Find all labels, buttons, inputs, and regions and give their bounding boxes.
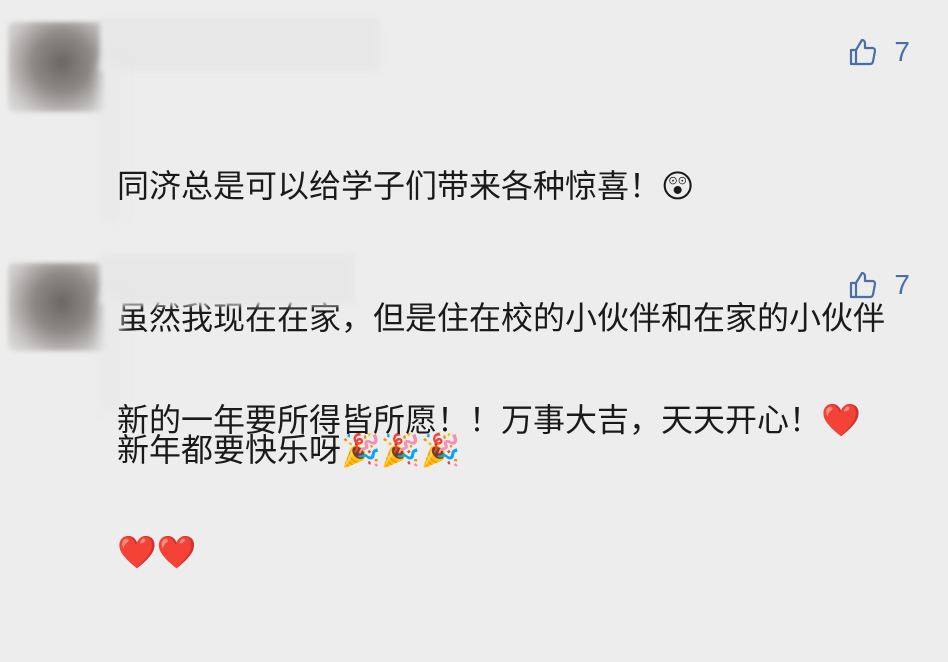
comment-line: 同济总是可以给学子们带来各种惊喜！😲 bbox=[117, 167, 695, 205]
comment-text: 新的一年要所得皆所愿！！万事大吉，天天开心！❤️ ❤️❤️ bbox=[117, 310, 918, 662]
thumbs-up-icon bbox=[850, 271, 877, 299]
avatar[interactable] bbox=[8, 263, 106, 351]
like-button[interactable]: 7 bbox=[848, 36, 910, 68]
comment-item: 7 新的一年要所得皆所愿！！万事大吉，天天开心！❤️ ❤️❤️ bbox=[0, 245, 948, 571]
nickname-blurred bbox=[100, 18, 380, 72]
comment-line: 新的一年要所得皆所愿！！万事大吉，天天开心！❤️ bbox=[117, 401, 861, 439]
comment-line: ❤️❤️ bbox=[117, 533, 197, 571]
comment-item: 7 同济总是可以给学子们带来各种惊喜！😲 虽然我现在在家，但是住在校的小伙伴和在… bbox=[0, 0, 948, 469]
avatar[interactable] bbox=[8, 22, 106, 112]
thumbs-up-icon bbox=[850, 38, 877, 66]
like-count: 7 bbox=[894, 36, 910, 67]
like-button[interactable]: 7 bbox=[848, 269, 910, 301]
nickname-blurred bbox=[100, 253, 355, 305]
like-count: 7 bbox=[894, 269, 910, 300]
